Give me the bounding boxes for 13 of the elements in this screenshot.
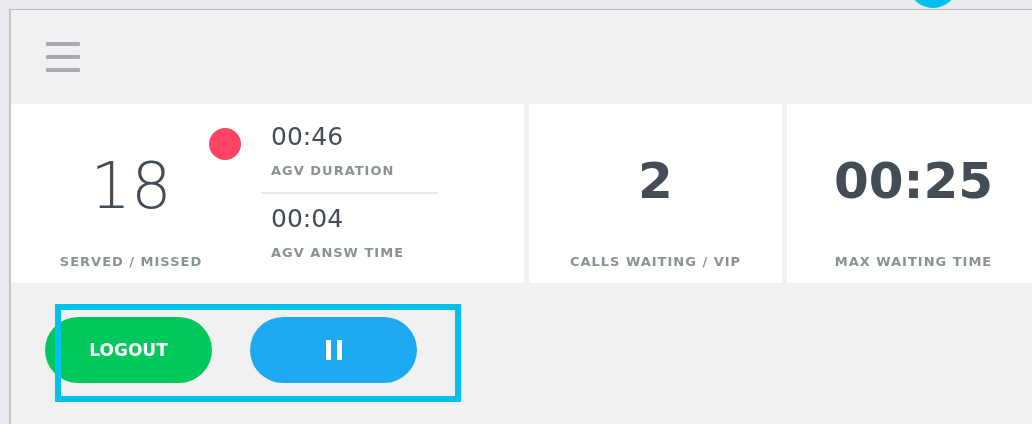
stat-value: 00:25	[833, 156, 994, 206]
served-count: 18	[90, 154, 172, 218]
stat-label: AGV DURATION	[271, 163, 396, 178]
stat-label: AGV ANSW TIME	[271, 245, 405, 260]
pause-icon	[323, 340, 344, 360]
average-time: 00:04	[271, 204, 345, 233]
stat-label: CALLS WAITING / VIP	[569, 254, 742, 269]
average-time: 00:46	[271, 122, 345, 151]
stat-value: 2	[638, 156, 673, 206]
stat-label: MAX WAITING TIME	[834, 254, 993, 269]
logout-button[interactable]: LOGOUT	[45, 317, 212, 383]
menu-icon[interactable]	[46, 42, 80, 72]
stat-label: SERVED / MISSED	[59, 254, 203, 269]
